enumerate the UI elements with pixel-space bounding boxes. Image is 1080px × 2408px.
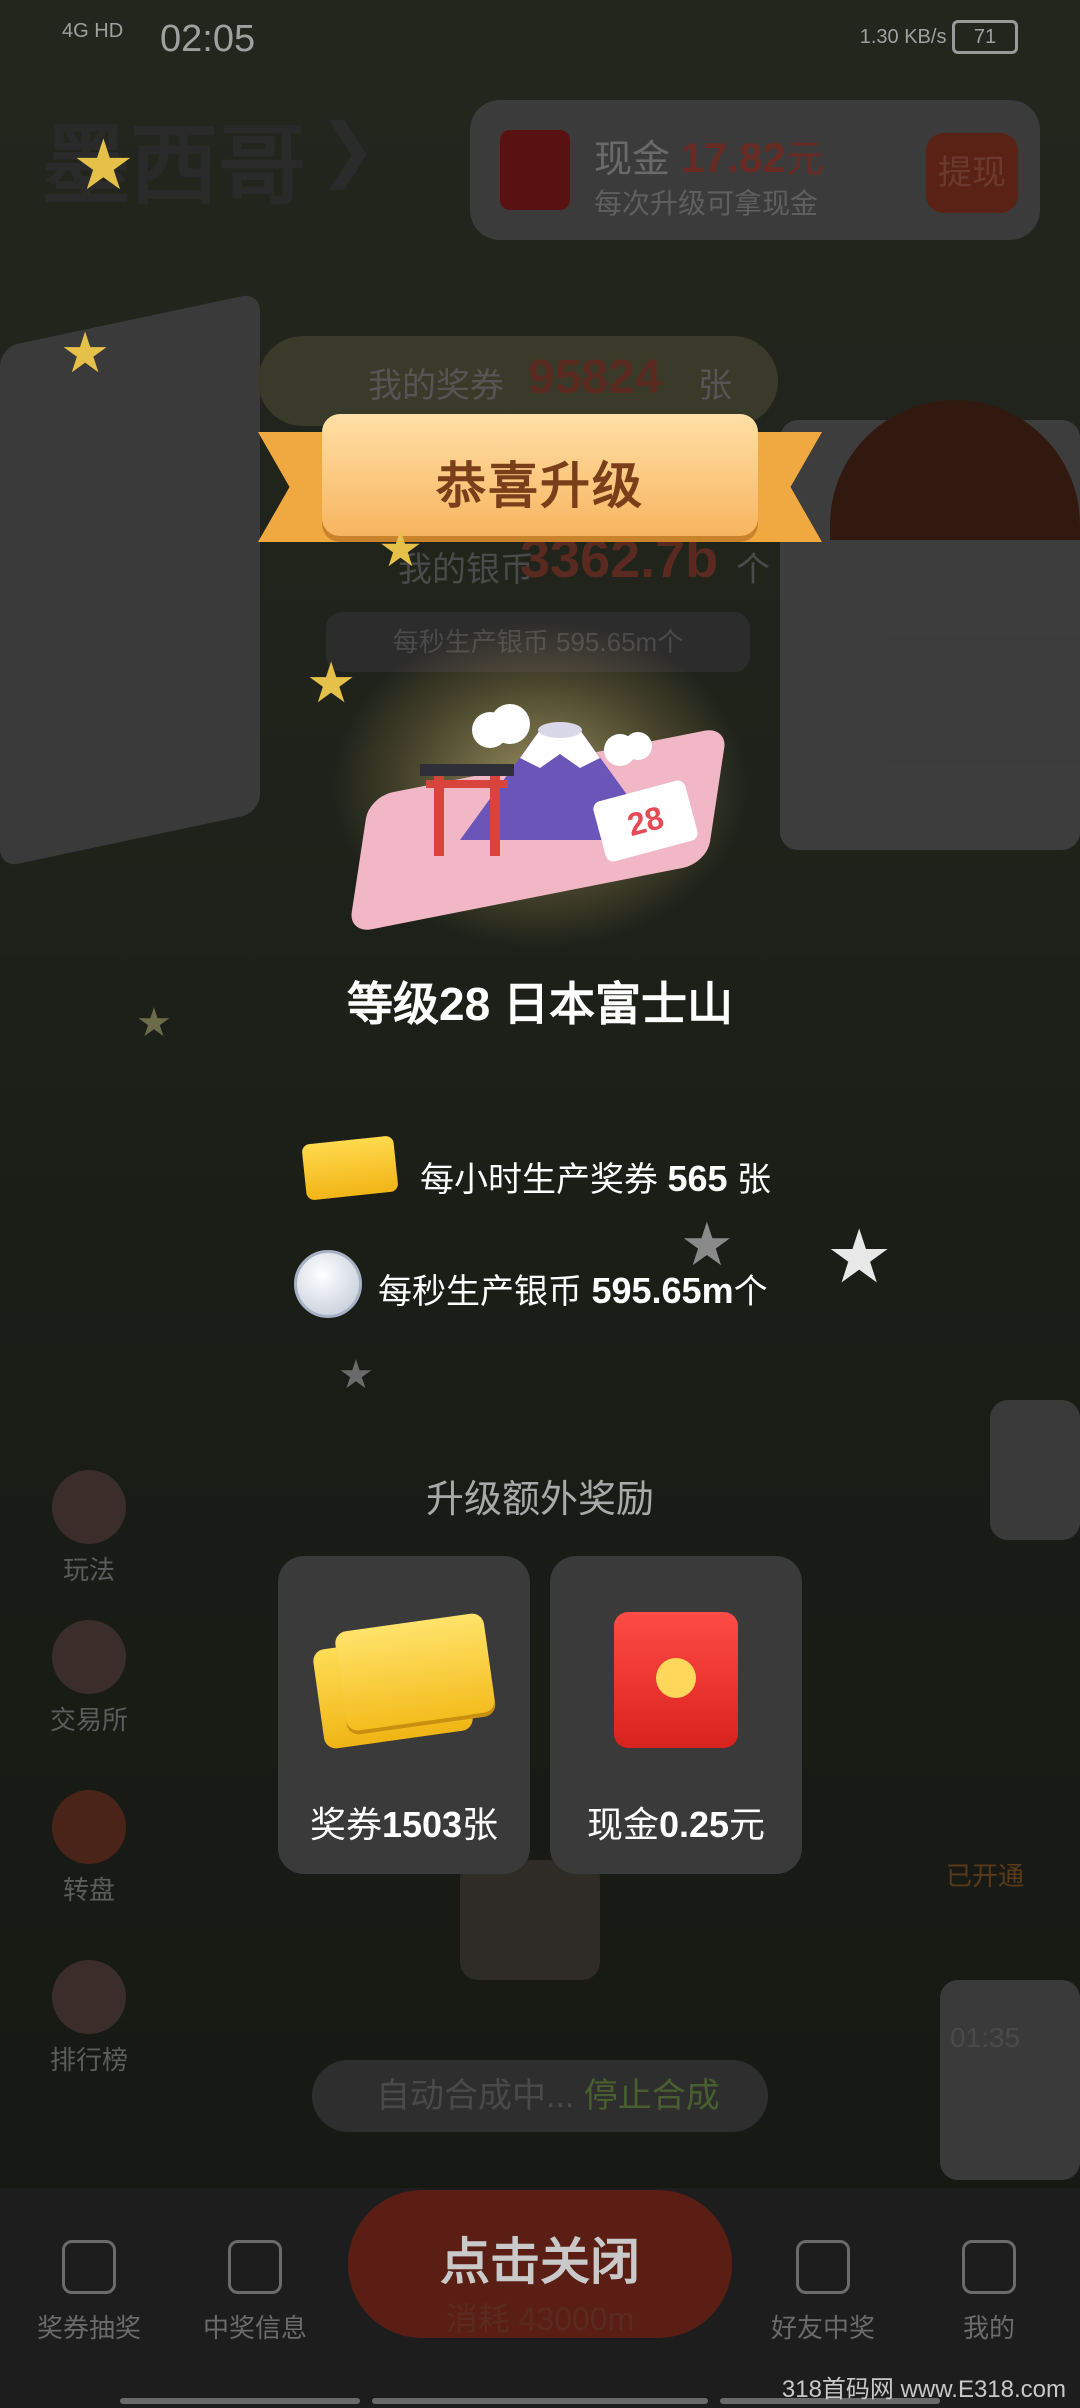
silver-coin-icon [294,1250,362,1318]
star-icon: ★ [378,521,423,577]
star-icon: ★ [826,1215,893,1298]
nav-lottery[interactable]: 奖券抽奖 [14,2240,164,2345]
cash-value: 17.82 [680,134,786,181]
reward-cash-label: 现金0.25元 [586,1804,766,1845]
tickets-panel: 我的奖券 95824 张 [258,336,778,426]
tickets-value: 95824 [528,351,662,404]
withdraw-button[interactable]: 提现 [926,133,1018,213]
per-sec-prefix: 每秒生产银币 [378,1273,582,1311]
silver-value: 3362.7b [520,529,719,589]
auto-merge-bar: 自动合成中... 停止合成 [312,2060,768,2132]
side-item-wheel[interactable]: 转盘 [34,1790,144,1907]
merge-cost-label: 消耗 43000m [445,2301,635,2337]
nav-me[interactable]: 我的 [914,2240,1064,2345]
star-icon: ★ [338,1353,374,1397]
camera-icon [228,2240,282,2294]
torii-gate-icon [420,764,514,856]
close-button-label: 点击关闭 [440,2234,640,2290]
chevron-right-icon[interactable]: ❯ [318,108,377,190]
friends-icon [796,2240,850,2294]
status-bar: 4G HD 02:05 1.30 KB/s 71 [0,0,1080,80]
battery-icon: 71 [952,20,1018,54]
star-icon: ★ [60,321,111,384]
side-item-exchange[interactable]: 交易所 [34,1620,144,1737]
auto-merge-label: 自动合成中... [376,2077,575,2115]
hourly-value: 565 [667,1158,728,1199]
nav-friends[interactable]: 好友中奖 [748,2240,898,2345]
red-envelope-icon [614,1612,738,1748]
status-right: 1.30 KB/s 71 [860,20,1018,54]
star-icon: ★ [136,1001,172,1045]
per-sec-unit: 个 [733,1273,768,1311]
side-item-ranking[interactable]: 排行榜 [34,1960,144,2077]
cash-label: 现金 17.82元 [594,134,824,181]
star-icon: ★ [680,1211,734,1278]
side-right-timer: 01:35 [950,2022,1021,2053]
ribbon-title: 恭喜升级 [436,458,644,514]
hourly-unit: 张 [736,1161,771,1199]
star-icon: ★ [72,126,135,204]
reward-card-cash: 现金0.25元 [550,1556,802,1874]
star-icon: ★ [306,651,357,714]
status-time: 02:05 [160,18,256,60]
cash-subtitle: 每次升级可拿现金 [594,188,819,219]
nav-winners[interactable]: 中奖信息 [180,2240,330,2345]
close-button[interactable]: 点击关闭 消耗 43000m [348,2190,732,2338]
home-indicator [372,2398,708,2404]
side-right-opened[interactable]: 已开通 [946,1856,1024,1893]
face-icon [962,2240,1016,2294]
gift-icon [62,2240,116,2294]
watermark: 318首码网 www.E318.com [781,2376,1066,2403]
network-speed: 1.30 KB/s [859,26,947,48]
hourly-prefix: 每小时生产奖券 [420,1161,658,1199]
reward-card-tickets: 奖券1503张 [278,1556,530,1874]
reward-tickets-label: 奖券1503张 [309,1804,499,1845]
network-indicator: 4G HD [62,20,124,42]
red-envelope-icon [500,130,570,210]
upgrade-ribbon: 恭喜升级 [322,414,758,536]
ticket-icon [301,1135,399,1201]
home-indicator [120,2398,360,2404]
extra-reward-title: 升级额外奖励 [425,1479,654,1521]
stop-merge-button[interactable]: 停止合成 [584,2077,720,2115]
tickets-label: 我的奖券 [368,367,504,405]
